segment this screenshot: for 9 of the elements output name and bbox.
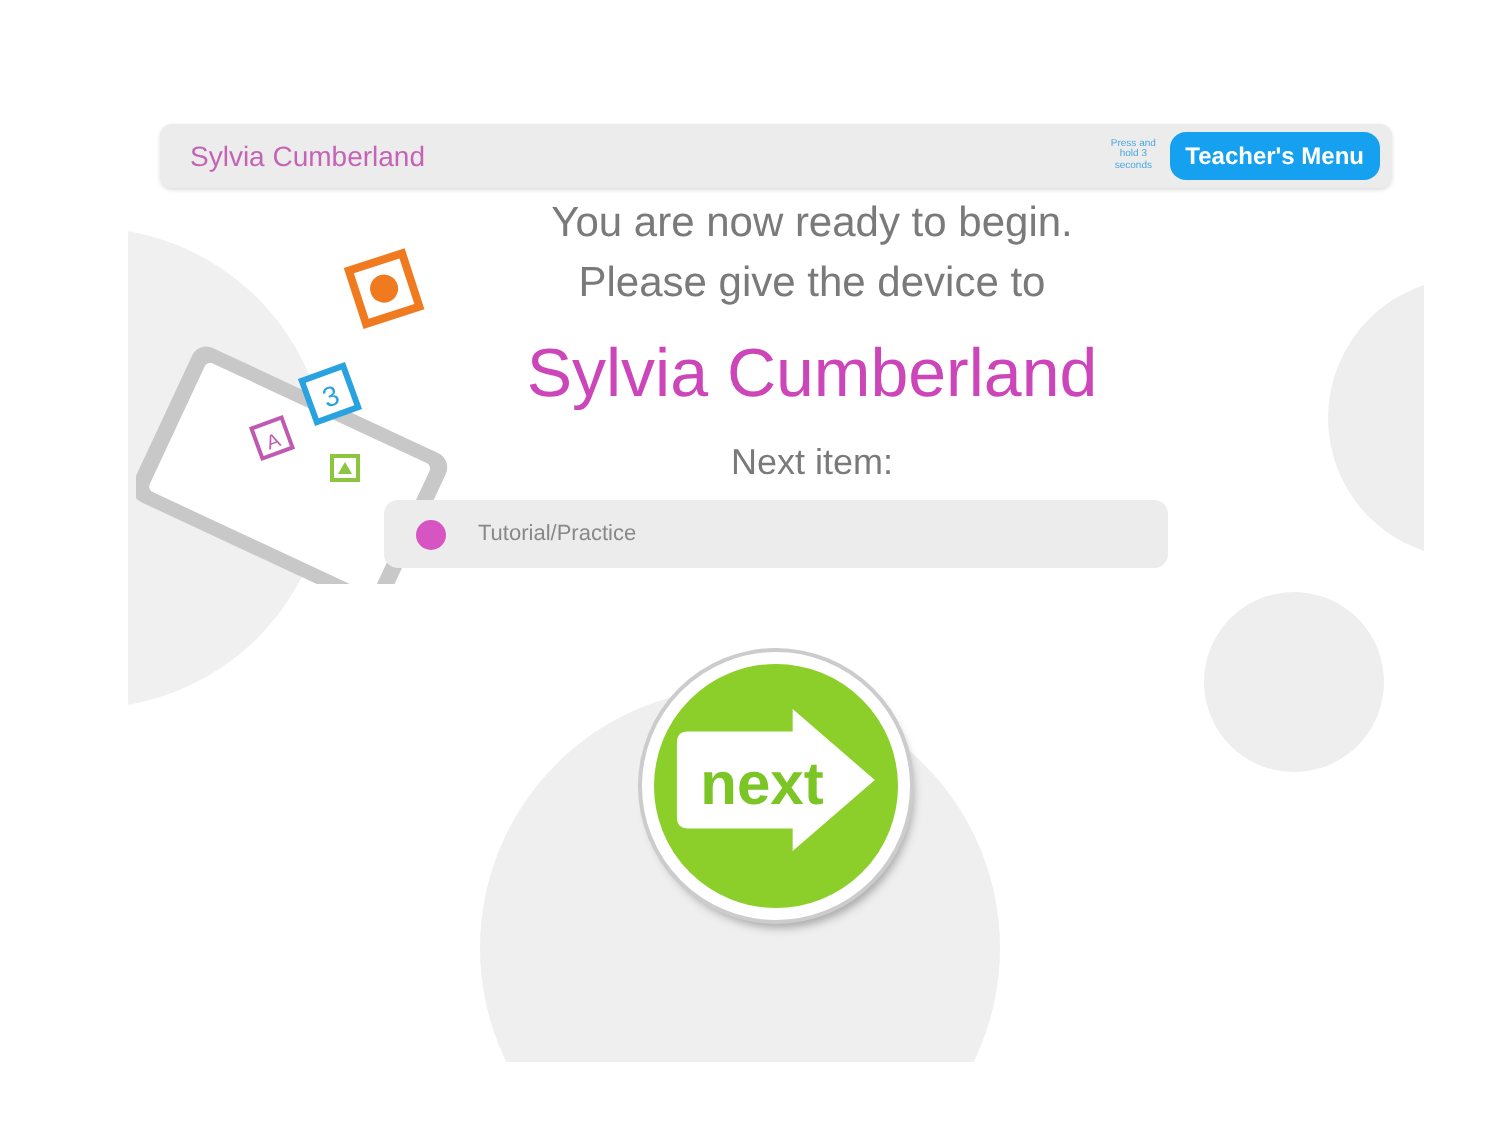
next-item-label: Next item: [730, 442, 894, 484]
item-dot-icon [416, 519, 446, 549]
student-name-heading: Sylvia Cumberland [526, 334, 1098, 416]
student-name: Sylvia Cumberland [190, 140, 427, 172]
teachers-menu-button[interactable]: Teacher's Menu [1169, 132, 1380, 180]
next-item-name: Tutorial/Practice [478, 522, 637, 546]
next-button[interactable]: next [642, 652, 910, 920]
instruction-message: Please give the device to [578, 258, 1046, 310]
ready-message: You are now ready to begin. [551, 198, 1073, 250]
